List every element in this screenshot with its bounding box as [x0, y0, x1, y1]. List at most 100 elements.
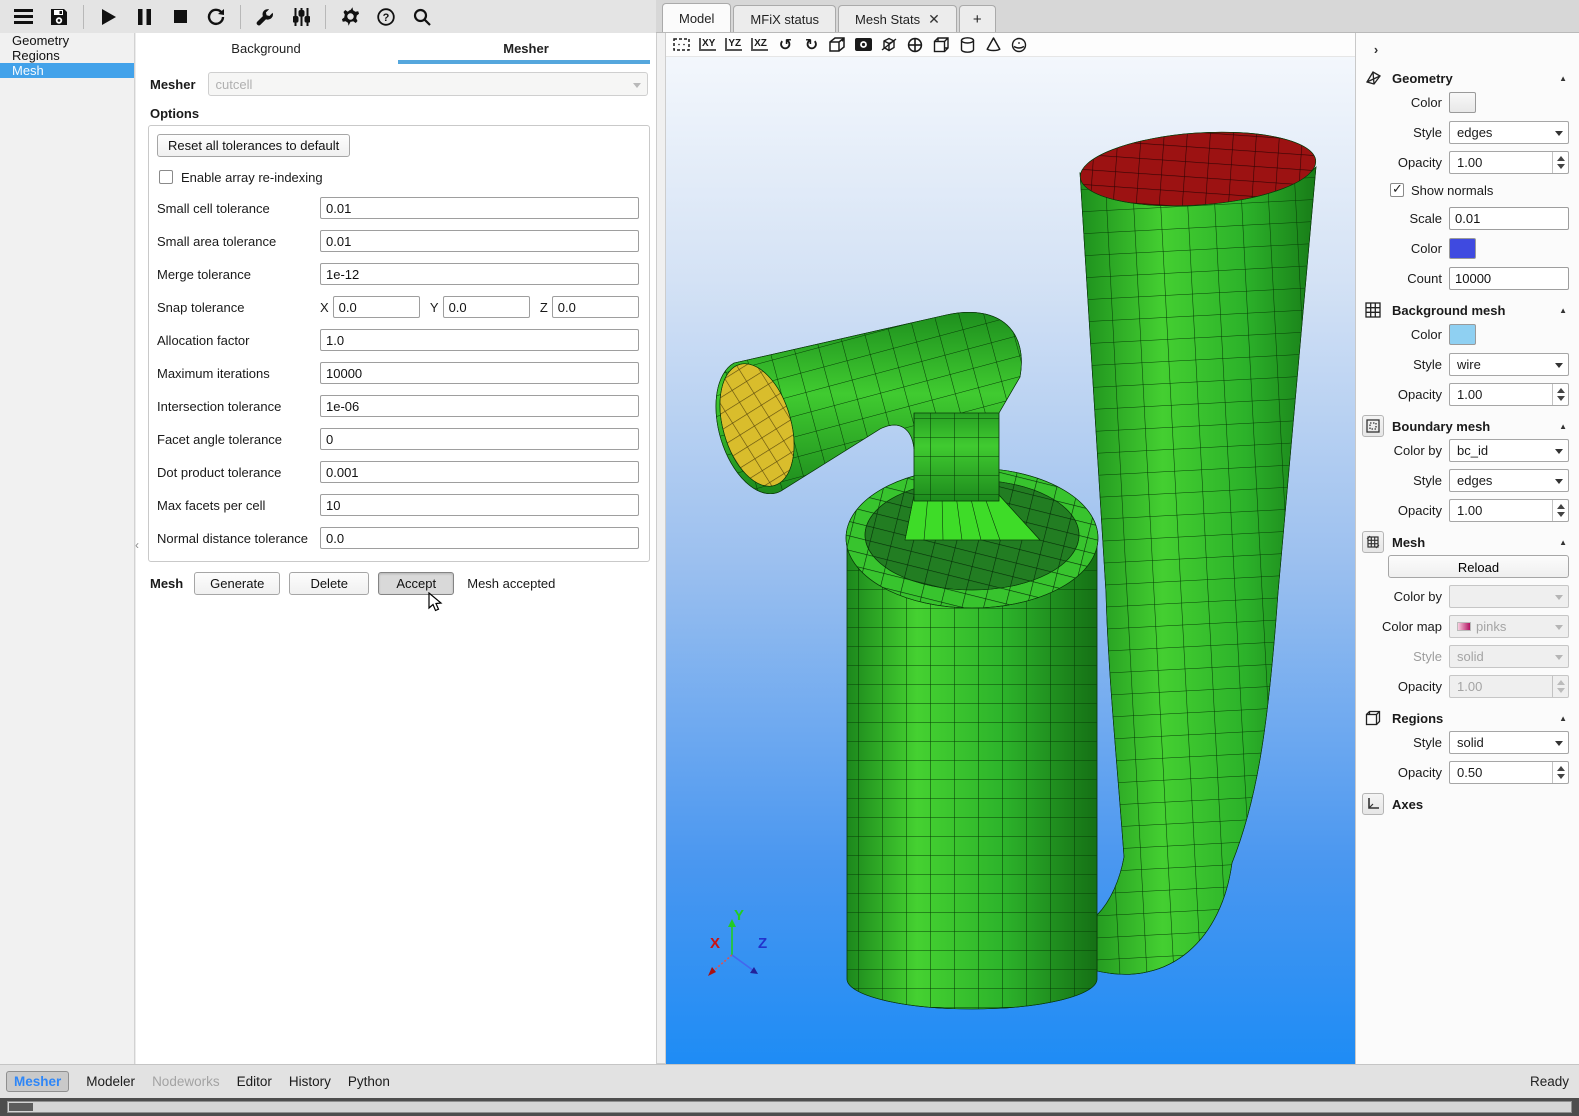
collapse-arrow-icon[interactable]: ▲	[1559, 306, 1567, 315]
tab-mfix-status[interactable]: MFiX status	[733, 5, 836, 32]
mode-modeler[interactable]: Modeler	[86, 1074, 135, 1089]
mode-python[interactable]: Python	[348, 1074, 390, 1089]
sphere-primitive-icon[interactable]	[1011, 36, 1028, 53]
close-tab-icon[interactable]: ✕	[928, 11, 940, 28]
new-tab-button[interactable]: +	[959, 5, 996, 32]
normals-scale-input[interactable]	[1449, 207, 1569, 230]
facet-angle-tolerance-input[interactable]	[320, 428, 639, 450]
accept-mesh-button[interactable]: Accept	[378, 572, 454, 595]
pause-icon[interactable]	[127, 3, 161, 31]
snap-z-input[interactable]	[552, 296, 639, 318]
rotate-ccw-icon[interactable]: ↺	[777, 36, 794, 53]
stop-icon[interactable]	[163, 3, 197, 31]
help-icon[interactable]: ?	[369, 3, 403, 31]
small-cell-tolerance-input[interactable]	[320, 197, 639, 219]
collapse-arrow-icon[interactable]: ▲	[1559, 714, 1567, 723]
axes-icon[interactable]	[1362, 793, 1384, 815]
section-geometry-header[interactable]: Geometry ▲	[1360, 65, 1571, 91]
fit-view-icon[interactable]	[673, 36, 690, 53]
delete-mesh-button[interactable]: Delete	[289, 572, 369, 595]
section-background-mesh-header[interactable]: Background mesh ▲	[1360, 297, 1571, 323]
settings-gear-icon[interactable]	[333, 3, 367, 31]
snap-x-input[interactable]	[333, 296, 420, 318]
view-yz-icon[interactable]: YZ	[725, 38, 742, 51]
view-xz-icon[interactable]: XZ	[751, 38, 768, 51]
hide-geometry-icon[interactable]	[881, 36, 898, 53]
mode-editor[interactable]: Editor	[237, 1074, 272, 1089]
panel-collapse-handle[interactable]: ‹	[135, 538, 139, 552]
generate-mesh-button[interactable]: Generate	[194, 572, 280, 595]
tab-background[interactable]: Background	[136, 33, 396, 64]
spin-down-icon[interactable]	[1557, 164, 1565, 169]
reset-session-icon[interactable]	[199, 3, 233, 31]
background-mesh-color-swatch[interactable]	[1449, 324, 1476, 345]
geometry-opacity-spinbox[interactable]: 1.00	[1449, 151, 1569, 174]
normals-color-swatch[interactable]	[1449, 238, 1476, 259]
screenshot-camera-icon[interactable]	[855, 36, 872, 53]
spin-up-icon[interactable]	[1557, 388, 1565, 393]
merge-tolerance-input[interactable]	[320, 263, 639, 285]
mesh-colormap-dropdown[interactable]: pinks	[1449, 615, 1569, 638]
tab-mesher[interactable]: Mesher	[396, 33, 656, 64]
geometry-color-swatch[interactable]	[1449, 92, 1476, 113]
mesh-colorby-dropdown[interactable]	[1449, 585, 1569, 608]
boundary-mesh-opacity-spinbox[interactable]: 1.00	[1449, 499, 1569, 522]
geometry-style-dropdown[interactable]: edges	[1449, 121, 1569, 144]
3d-viewport[interactable]: X Y Z	[666, 57, 1355, 1064]
spin-down-icon[interactable]	[1557, 774, 1565, 779]
snap-y-input[interactable]	[443, 296, 530, 318]
reload-mesh-button[interactable]: Reload	[1388, 555, 1569, 578]
sidebar-item-regions[interactable]: Regions	[0, 48, 134, 63]
mesh-opacity-spinbox[interactable]: 1.00	[1449, 675, 1569, 698]
mode-mesher[interactable]: Mesher	[6, 1071, 69, 1092]
max-facets-per-cell-input[interactable]	[320, 494, 639, 516]
boundary-mesh-icon[interactable]	[1362, 415, 1384, 437]
spin-buttons[interactable]	[1552, 762, 1568, 783]
cylinder-primitive-icon[interactable]	[959, 36, 976, 53]
spin-up-icon[interactable]	[1557, 766, 1565, 771]
run-icon[interactable]	[91, 3, 125, 31]
spin-buttons[interactable]	[1552, 500, 1568, 521]
reset-tolerances-button[interactable]: Reset all tolerances to default	[157, 134, 350, 157]
rotate-cw-icon[interactable]: ↻	[803, 36, 820, 53]
intersection-tolerance-input[interactable]	[320, 395, 639, 417]
menu-icon[interactable]	[6, 3, 40, 31]
normal-distance-tolerance-input[interactable]	[320, 527, 639, 549]
spin-buttons[interactable]	[1552, 152, 1568, 173]
view-xy-icon[interactable]: XY	[699, 38, 716, 51]
enable-reindex-checkbox[interactable]	[159, 170, 173, 184]
search-icon[interactable]	[405, 3, 439, 31]
dot-product-tolerance-input[interactable]	[320, 461, 639, 483]
tab-model[interactable]: Model	[662, 3, 731, 32]
sidebar-item-geometry[interactable]: Geometry	[0, 33, 134, 48]
spin-down-icon[interactable]	[1557, 512, 1565, 517]
collapse-arrow-icon[interactable]: ▲	[1559, 422, 1567, 431]
boundary-mesh-colorby-dropdown[interactable]: bc_id	[1449, 439, 1569, 462]
spin-up-icon[interactable]	[1557, 156, 1565, 161]
save-icon[interactable]	[42, 3, 76, 31]
mesher-dropdown[interactable]: cutcell	[208, 72, 648, 96]
section-axes-header[interactable]: Axes	[1360, 791, 1571, 817]
background-mesh-opacity-spinbox[interactable]: 1.00	[1449, 383, 1569, 406]
build-wrench-icon[interactable]	[248, 3, 282, 31]
cube-primitive-icon[interactable]	[933, 36, 950, 53]
mesh-icon[interactable]	[1362, 531, 1384, 553]
boundary-mesh-style-dropdown[interactable]: edges	[1449, 469, 1569, 492]
tab-mesh-stats[interactable]: Mesh Stats✕	[838, 5, 957, 32]
collapse-arrow-icon[interactable]: ▲	[1559, 74, 1567, 83]
mesh-style-dropdown[interactable]: solid	[1449, 645, 1569, 668]
progress-track[interactable]	[7, 1101, 1572, 1113]
normals-count-input[interactable]	[1449, 267, 1569, 290]
spin-buttons[interactable]	[1552, 384, 1568, 405]
show-normals-checkbox[interactable]	[1390, 183, 1404, 197]
section-regions-header[interactable]: Regions ▲	[1360, 705, 1571, 731]
regions-opacity-spinbox[interactable]: 0.50	[1449, 761, 1569, 784]
mode-history[interactable]: History	[289, 1074, 331, 1089]
regions-style-dropdown[interactable]: solid	[1449, 731, 1569, 754]
panel-splitter[interactable]	[656, 33, 666, 1064]
progress-handle[interactable]	[9, 1103, 33, 1111]
panel-expand-chevron-icon[interactable]: ›	[1366, 39, 1386, 59]
section-boundary-mesh-header[interactable]: Boundary mesh ▲	[1360, 413, 1571, 439]
projection-toggle-icon[interactable]	[829, 36, 846, 53]
section-mesh-header[interactable]: Mesh ▲	[1360, 529, 1571, 555]
